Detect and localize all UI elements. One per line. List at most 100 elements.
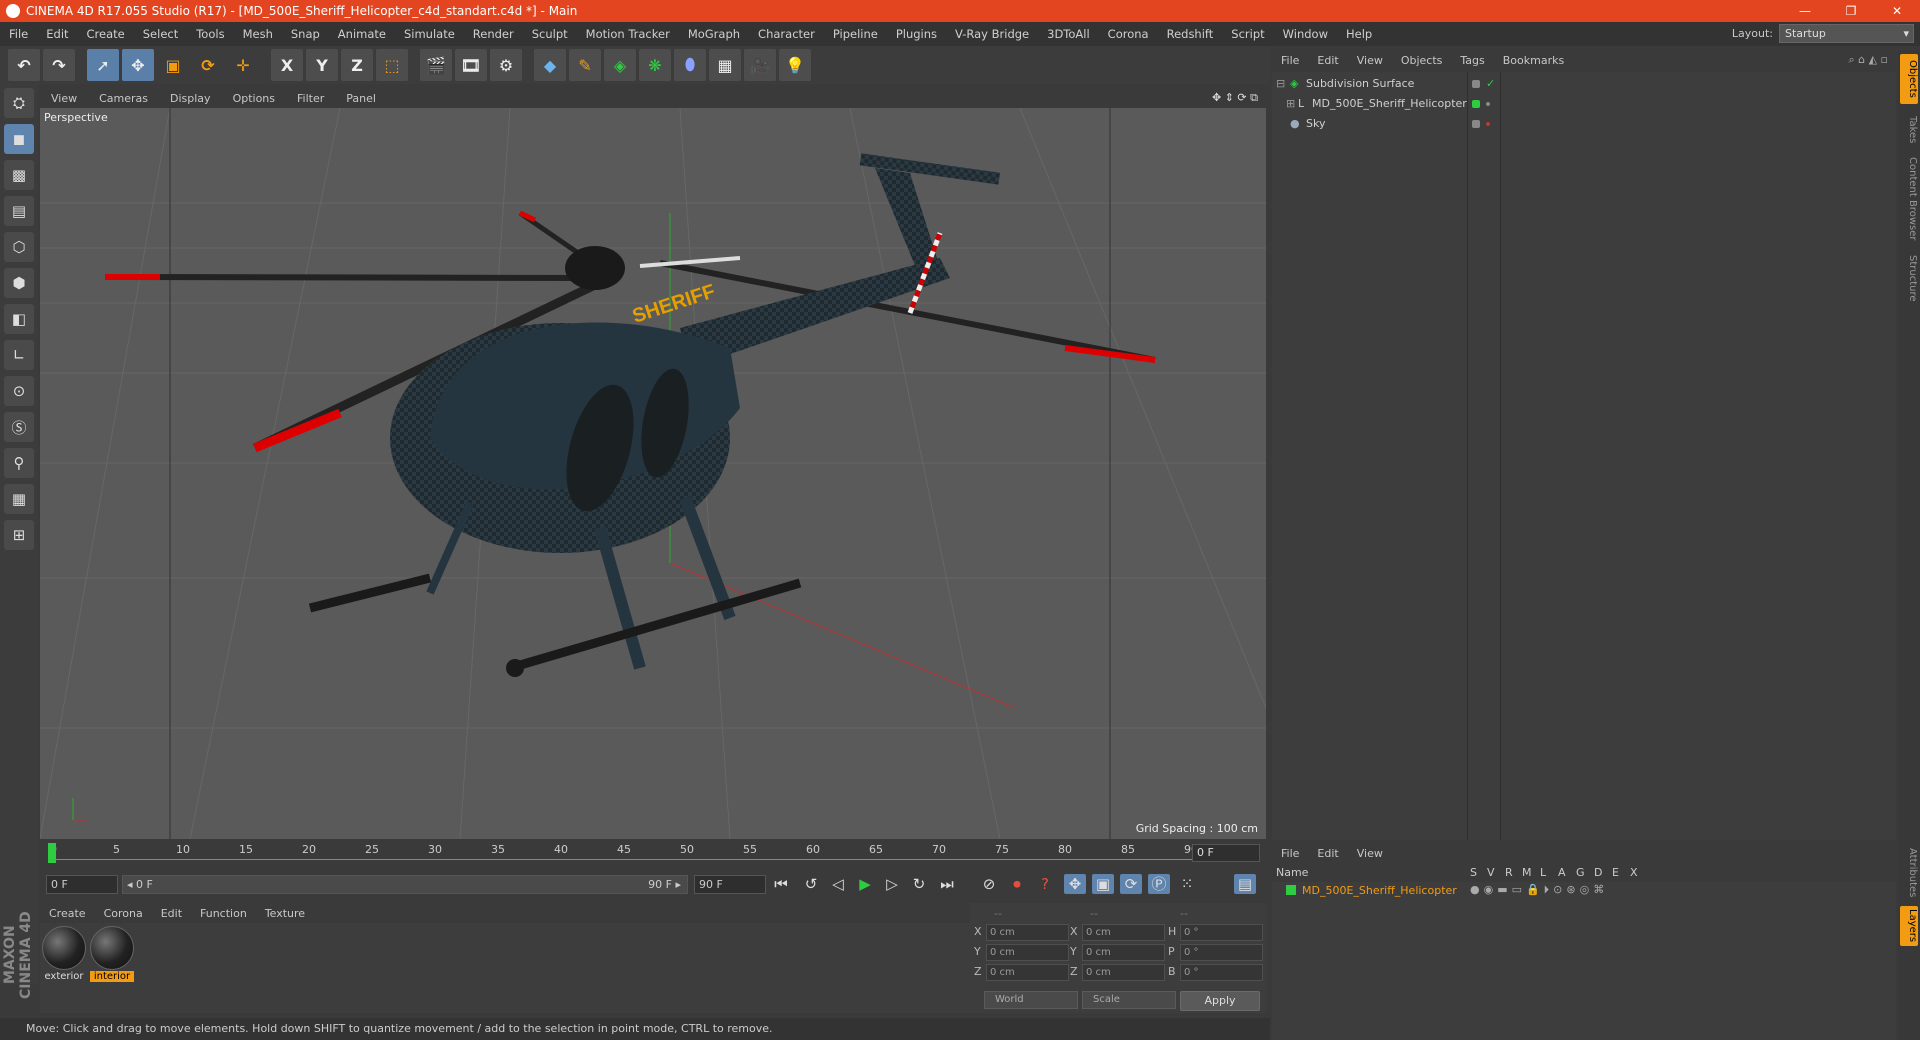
menu-script[interactable]: Script (1222, 27, 1273, 41)
material-menu-edit[interactable]: Edit (152, 907, 191, 920)
rotate-tool-icon[interactable]: ⟳ (192, 49, 224, 81)
end-frame-field[interactable]: 90 F (694, 875, 766, 894)
object-menu-tags[interactable]: Tags (1451, 54, 1493, 67)
close-button[interactable]: ✕ (1874, 0, 1920, 22)
material-interior[interactable]: interior (90, 926, 134, 982)
object-row[interactable]: ⊞ L MD_500E_Sheriff_Helicopter (1272, 94, 1896, 114)
menu-sculpt[interactable]: Sculpt (523, 27, 577, 41)
size-x-field[interactable]: 0 cm (1082, 924, 1165, 941)
expand-icon[interactable]: ⊞ (1286, 94, 1295, 114)
previous-key-icon[interactable]: ↺ (800, 874, 822, 894)
object-menu-view[interactable]: View (1348, 54, 1392, 67)
tab-structure[interactable]: Structure (1900, 248, 1918, 308)
menu-mesh[interactable]: Mesh (234, 27, 282, 41)
record-active-objects-icon[interactable]: ⊘ (978, 874, 1000, 894)
material-menu-corona[interactable]: Corona (95, 907, 152, 920)
layer-menu-file[interactable]: File (1272, 847, 1308, 860)
edges-mode-icon[interactable]: ⬢ (4, 268, 34, 298)
tab-objects[interactable]: Objects (1900, 54, 1918, 104)
menu-vray-bridge[interactable]: V-Ray Bridge (946, 27, 1038, 41)
size-mode-dropdown[interactable]: Scale (1082, 991, 1176, 1009)
key-scale-icon[interactable]: ▣ (1092, 874, 1114, 894)
polygons-mode-icon[interactable]: ◧ (4, 304, 34, 334)
key-position-icon[interactable]: ✥ (1064, 874, 1086, 894)
key-rotation-icon[interactable]: ⟳ (1120, 874, 1142, 894)
menu-redshift[interactable]: Redshift (1158, 27, 1223, 41)
collapse-icon[interactable]: ⊟ (1276, 74, 1285, 94)
visibility-toggle[interactable] (1472, 80, 1480, 88)
material-exterior[interactable]: exterior (42, 926, 86, 982)
coordinate-system-icon[interactable]: ⬚ (376, 49, 408, 81)
cube-primitive-icon[interactable]: ◆ (534, 49, 566, 81)
workplane-lock-icon[interactable]: ▦ (4, 484, 34, 514)
menu-file[interactable]: File (0, 27, 37, 41)
tweak-mode-icon[interactable]: ⊙ (4, 376, 34, 406)
layer-toggle-icons[interactable]: ●◉▬▭🔒⏵⊙⊛◎⌘ (1470, 883, 1608, 897)
go-to-end-icon[interactable]: ⏭ (936, 874, 958, 894)
viewport-menu-display[interactable]: Display (159, 92, 222, 105)
viewport-menu-cameras[interactable]: Cameras (88, 92, 159, 105)
object-menu-edit[interactable]: Edit (1308, 54, 1347, 67)
material-menu-function[interactable]: Function (191, 907, 256, 920)
timeline-window-icon[interactable]: ▤ (1234, 874, 1256, 894)
workplane-mode-icon[interactable]: ▤ (4, 196, 34, 226)
viewport-nav-icons[interactable]: ✥ ⇕ ⟳ ⧉ (1212, 91, 1258, 105)
viewport-menu-panel[interactable]: Panel (335, 92, 387, 105)
menu-tools[interactable]: Tools (187, 27, 233, 41)
layout-dropdown[interactable]: Startup (1779, 24, 1914, 43)
subdivision-surface-icon[interactable]: ◈ (604, 49, 636, 81)
layer-row[interactable]: MD_500E_Sheriff_Helicopter ●◉▬▭🔒⏵⊙⊛◎⌘ (1272, 882, 1896, 900)
key-parameter-icon[interactable]: Ⓟ (1148, 874, 1170, 894)
go-to-start-icon[interactable]: ⏮ (770, 874, 792, 894)
menu-plugins[interactable]: Plugins (887, 27, 946, 41)
3d-viewport[interactable]: SHERIFF Perspective Grid Spacing : 100 c… (40, 108, 1266, 839)
menu-simulate[interactable]: Simulate (395, 27, 464, 41)
previous-frame-icon[interactable]: ◁ (827, 874, 849, 894)
layer-color-swatch[interactable] (1286, 885, 1296, 895)
menu-character[interactable]: Character (749, 27, 824, 41)
object-menu-file[interactable]: File (1272, 54, 1308, 67)
frame-ruler[interactable]: 0 5 10 15 20 25 30 35 40 45 50 55 60 65 … (48, 843, 1198, 865)
current-frame-field[interactable]: 0 F (1192, 844, 1260, 862)
object-menu-objects[interactable]: Objects (1392, 54, 1452, 67)
points-mode-icon[interactable]: ⬡ (4, 232, 34, 262)
object-manager-tools-icons[interactable]: ⌕ ⌂ ◭ ▫ (1848, 53, 1888, 67)
menu-create[interactable]: Create (78, 27, 134, 41)
render-dot[interactable] (1486, 122, 1490, 126)
move-tool-icon[interactable]: ✥ (122, 49, 154, 81)
pos-z-field[interactable]: 0 cm (986, 964, 1069, 981)
viewport-menu-filter[interactable]: Filter (286, 92, 335, 105)
live-selection-icon[interactable]: ➚ (87, 49, 119, 81)
menu-animate[interactable]: Animate (329, 27, 395, 41)
deformer-icon[interactable]: ⬮ (674, 49, 706, 81)
range-slider[interactable]: ◂ 0 F 90 F ▸ (122, 875, 688, 894)
key-pla-icon[interactable]: ⁙ (1176, 874, 1198, 894)
menu-render[interactable]: Render (464, 27, 523, 41)
transform-tool-icon[interactable]: ✛ (227, 49, 259, 81)
playhead-marker[interactable] (48, 843, 56, 863)
render-settings-icon[interactable]: ⚙ (490, 49, 522, 81)
rot-p-field[interactable]: 0 ° (1180, 944, 1263, 961)
menu-select[interactable]: Select (134, 27, 187, 41)
object-menu-bookmarks[interactable]: Bookmarks (1494, 54, 1573, 67)
rot-b-field[interactable]: 0 ° (1180, 964, 1263, 981)
menu-mograph[interactable]: MoGraph (679, 27, 749, 41)
layer-menu-edit[interactable]: Edit (1308, 847, 1347, 860)
render-view-icon[interactable]: 🎬 (420, 49, 452, 81)
redo-icon[interactable]: ↷ (43, 49, 75, 81)
texture-mode-icon[interactable]: ▩ (4, 160, 34, 190)
solo-mode-icon[interactable]: Ⓢ (4, 412, 34, 442)
apply-button[interactable]: Apply (1180, 991, 1260, 1011)
x-axis-lock-button[interactable]: X (271, 49, 303, 81)
mograph-cloner-icon[interactable]: ❋ (639, 49, 671, 81)
coordinate-space-dropdown[interactable]: World (984, 991, 1078, 1009)
z-axis-lock-button[interactable]: Z (341, 49, 373, 81)
pos-x-field[interactable]: 0 cm (986, 924, 1069, 941)
tab-layers[interactable]: Layers (1900, 906, 1918, 946)
menu-pipeline[interactable]: Pipeline (824, 27, 887, 41)
render-to-picture-viewer-icon[interactable]: 🎞 (455, 49, 487, 81)
menu-snap[interactable]: Snap (282, 27, 329, 41)
tab-attributes[interactable]: Attributes (1900, 845, 1918, 900)
play-forward-icon[interactable]: ▶ (854, 874, 876, 894)
next-key-icon[interactable]: ↻ (908, 874, 930, 894)
